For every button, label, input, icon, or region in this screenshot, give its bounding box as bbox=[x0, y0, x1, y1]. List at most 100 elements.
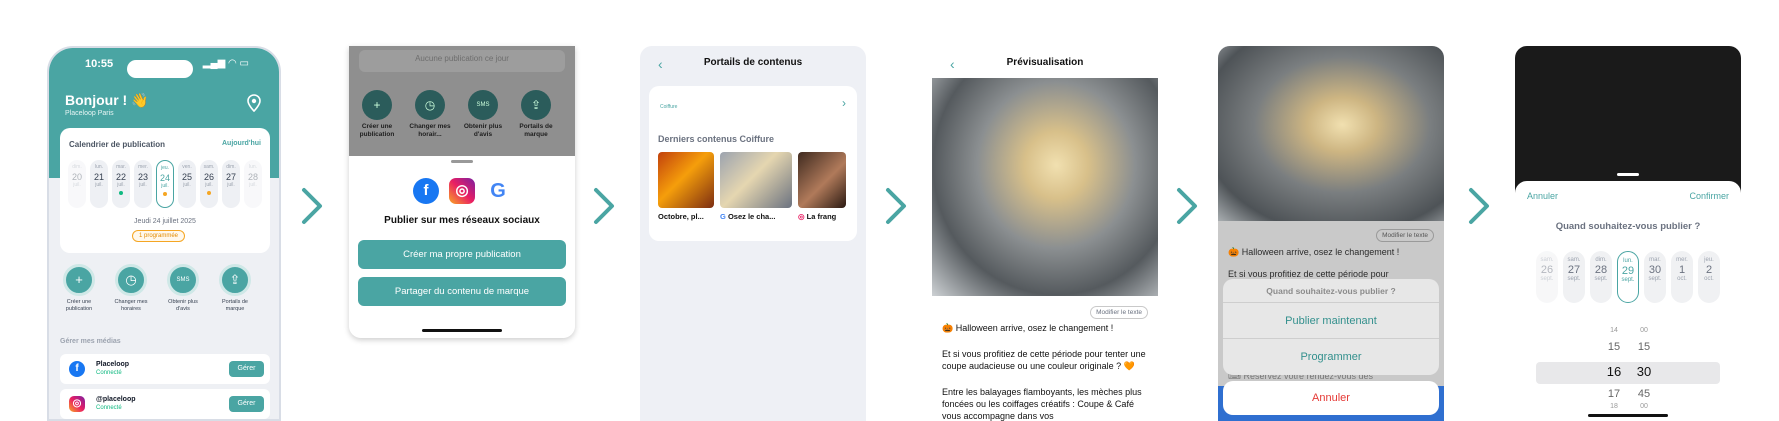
content-label: Octobre, pl... bbox=[658, 212, 704, 221]
instagram-icon: ◎ bbox=[449, 178, 475, 204]
manage-facebook-button[interactable]: Gérer bbox=[229, 361, 264, 377]
get-reviews-button[interactable]: SMS Obtenir plus d'avis bbox=[161, 264, 205, 313]
content-label: ◎ La frang bbox=[798, 212, 837, 221]
coiffure-logo: Coiffure bbox=[660, 104, 678, 110]
minute-option[interactable]: 00 bbox=[1629, 403, 1659, 410]
google-icon: G bbox=[720, 212, 726, 221]
status-icons: ▂▄▆ ◠ ▭ bbox=[202, 58, 249, 69]
calendar-day[interactable]: dim. 20 juil. bbox=[68, 160, 86, 208]
share-brand-content-button[interactable]: Partager du contenu de marque bbox=[358, 277, 566, 306]
date-chip[interactable]: jeu. 2 oct. bbox=[1698, 251, 1720, 303]
dimmed-background: Aucune publication ce jour + Créer une pu… bbox=[349, 46, 575, 156]
today-link[interactable]: Aujourd'hui bbox=[222, 140, 261, 147]
brand-portals-button[interactable]: ⇪ Portails de marque bbox=[512, 90, 560, 139]
share-icon: ⇪ bbox=[219, 264, 251, 296]
hour-option[interactable]: 17 bbox=[1599, 388, 1629, 400]
brand-portals-button[interactable]: ⇪ Portails de marque bbox=[213, 264, 257, 313]
hour-option[interactable]: 14 bbox=[1599, 327, 1629, 334]
chevron-right-icon[interactable]: › bbox=[842, 96, 846, 110]
minute-option[interactable]: 00 bbox=[1629, 327, 1659, 334]
date-chip[interactable]: sam. 26 sept. bbox=[1536, 251, 1558, 303]
scheduled-count-badge: 1 programmée bbox=[132, 230, 186, 242]
publish-sheet-screen: Aucune publication ce jour + Créer une pu… bbox=[349, 46, 575, 338]
sms-icon: SMS bbox=[167, 264, 199, 296]
post-text-line: 🎃 Halloween arrive, osez le changement ! bbox=[1228, 247, 1400, 257]
minute-selected[interactable]: 30 bbox=[1629, 364, 1659, 379]
home-indicator bbox=[422, 329, 502, 332]
date-chip[interactable]: sam. 27 sept. bbox=[1563, 251, 1585, 303]
flow-arrow-3 bbox=[884, 186, 908, 226]
publish-options-screen: Modifier le texte 🎃 Halloween arrive, os… bbox=[1218, 46, 1444, 421]
content-thumbnail[interactable] bbox=[720, 152, 792, 208]
hour-selected[interactable]: 16 bbox=[1599, 364, 1629, 379]
business-name: Placeloop Paris bbox=[65, 110, 114, 117]
page-title: Prévisualisation bbox=[1006, 57, 1084, 68]
calendar-day[interactable]: mar. 22 juil. bbox=[112, 160, 130, 208]
sheet-grabber[interactable] bbox=[1617, 173, 1639, 176]
instagram-icon: ◎ bbox=[798, 212, 805, 221]
picker-question: Quand souhaitez-vous publier ? bbox=[1555, 221, 1701, 232]
schedule-picker-screen: Annuler Confirmer Quand souhaitez-vous p… bbox=[1515, 46, 1741, 421]
publish-now-button[interactable]: Publier maintenant bbox=[1223, 303, 1439, 339]
clock-icon: ◷ bbox=[415, 90, 445, 120]
greeting-title: Bonjour ! 👋 bbox=[65, 92, 149, 108]
portal-card[interactable]: Coiffure › Derniers contenus Coiffure Oc… bbox=[649, 86, 857, 241]
preview-screen: ‹ Prévisualisation Modifier le texte 🎃 H… bbox=[932, 46, 1158, 421]
content-thumbnail[interactable] bbox=[658, 152, 714, 208]
edit-text-button[interactable]: Modifier le texte bbox=[1090, 306, 1148, 319]
scheduled-dot bbox=[207, 191, 211, 195]
date-chip[interactable]: mar. 30 sept. bbox=[1644, 251, 1666, 303]
publication-calendar-card: Calendrier de publication Aujourd'hui di… bbox=[60, 128, 270, 253]
date-strip: sam. 26 sept. sam. 27 sept. dim. 28 sept. lun.… bbox=[1515, 251, 1741, 307]
home-indicator bbox=[1588, 414, 1668, 417]
calendar-day[interactable]: lun. 21 juil. bbox=[90, 160, 108, 208]
date-chip[interactable]: dim. 28 sept. bbox=[1590, 251, 1612, 303]
edit-text-button[interactable]: Modifier le texte bbox=[1376, 229, 1434, 242]
schedule-button[interactable]: Programmer bbox=[1223, 339, 1439, 375]
flow-arrow-1 bbox=[300, 186, 324, 226]
page-title: Portails de contenus bbox=[703, 57, 803, 68]
minute-option[interactable]: 45 bbox=[1629, 388, 1659, 400]
calendar-day-selected[interactable]: jeu. 24 juil. bbox=[156, 160, 174, 208]
date-chip[interactable]: mer. 1 oct. bbox=[1671, 251, 1693, 303]
plus-icon: + bbox=[362, 90, 392, 120]
hour-option[interactable]: 18 bbox=[1599, 403, 1629, 410]
content-thumbnail[interactable] bbox=[798, 152, 846, 208]
change-hours-button[interactable]: ◷ Changer mes horair... bbox=[406, 90, 454, 139]
dynamic-island bbox=[127, 60, 193, 78]
change-hours-button[interactable]: ◷ Changer mes horaires bbox=[109, 264, 153, 313]
media-section-title: Gérer mes médias bbox=[60, 338, 121, 345]
calendar-day[interactable]: ven. 25 juil. bbox=[178, 160, 196, 208]
minute-option[interactable]: 15 bbox=[1629, 341, 1659, 353]
calendar-day[interactable]: lun. 28 juil. bbox=[244, 160, 262, 208]
calendar-title: Calendrier de publication bbox=[69, 140, 166, 149]
media-row-facebook: f Placeloop Connecté Gérer bbox=[60, 354, 270, 384]
media-row-instagram: ◎ @placeloop Connecté Gérer bbox=[60, 389, 270, 419]
date-chip-selected[interactable]: lun. 29 sept. bbox=[1617, 251, 1639, 303]
location-pin-icon[interactable] bbox=[247, 94, 261, 117]
calendar-day[interactable]: dim. 27 juil. bbox=[222, 160, 240, 208]
calendar-day[interactable]: mer. 23 juil. bbox=[134, 160, 152, 208]
published-dot bbox=[119, 191, 123, 195]
post-text-line: 🎃 Halloween arrive, osez le changement ! bbox=[942, 323, 1114, 333]
plus-icon: + bbox=[63, 264, 95, 296]
content-label: G Osez le cha... bbox=[720, 212, 776, 221]
confirm-button[interactable]: Confirmer bbox=[1689, 191, 1729, 201]
create-own-publication-button[interactable]: Créer ma propre publication bbox=[358, 240, 566, 269]
cancel-button[interactable]: Annuler bbox=[1527, 191, 1558, 201]
content-portals-screen: ‹ Portails de contenus Coiffure › Dernie… bbox=[640, 46, 866, 421]
facebook-icon: f bbox=[413, 178, 439, 204]
create-publication-button[interactable]: + Créer une publication bbox=[353, 90, 401, 139]
calendar-days: dim. 20 juil. lun. 21 juil. mar. 22 juil. mer.… bbox=[60, 160, 270, 212]
get-reviews-button[interactable]: SMS Obtenir plus d'avis bbox=[459, 90, 507, 139]
calendar-day[interactable]: sam. 26 juil. bbox=[200, 160, 218, 208]
clock-icon: ◷ bbox=[115, 264, 147, 296]
status-time: 10:55 bbox=[85, 58, 114, 70]
picker-sheet: Annuler Confirmer Quand souhaitez-vous p… bbox=[1515, 181, 1741, 421]
sheet-grabber[interactable] bbox=[451, 160, 473, 163]
cancel-button[interactable]: Annuler bbox=[1223, 381, 1439, 415]
action-sheet: Quand souhaitez-vous publier ? Publier m… bbox=[1223, 279, 1439, 375]
hour-option[interactable]: 15 bbox=[1599, 341, 1629, 353]
manage-instagram-button[interactable]: Gérer bbox=[229, 396, 264, 412]
create-publication-button[interactable]: + Créer une publication bbox=[57, 264, 101, 313]
